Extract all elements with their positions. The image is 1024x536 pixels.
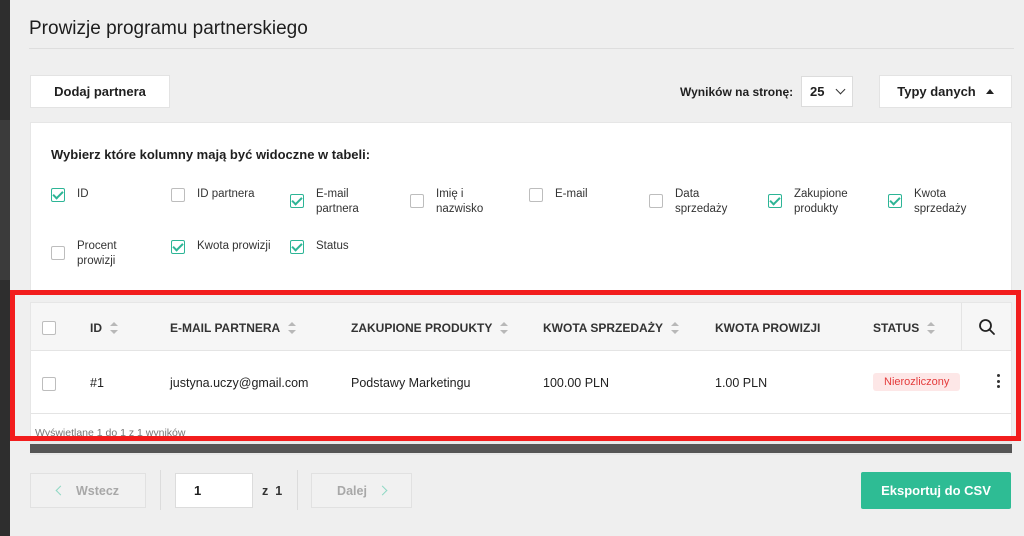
table-search-button[interactable] <box>961 303 1011 351</box>
column-header-id[interactable]: ID <box>90 321 118 335</box>
row-checkbox[interactable] <box>42 377 56 391</box>
row-actions-kebab-icon[interactable] <box>997 374 1001 390</box>
cell-commission: 1.00 PLN <box>715 376 768 390</box>
select-all-checkbox[interactable] <box>42 321 56 335</box>
cell-id: #1 <box>90 376 104 390</box>
column-option-id[interactable]: ID <box>51 187 151 202</box>
column-header-label: KWOTA SPRZEDAŻY <box>543 321 663 335</box>
chevron-right-icon <box>377 485 388 496</box>
next-page-button[interactable]: Dalej <box>311 473 412 508</box>
search-icon <box>978 319 995 335</box>
column-header-label: ID <box>90 321 102 335</box>
checkbox-checked-icon[interactable] <box>290 194 304 208</box>
columns-panel: Wybierz które kolumny mają być widoczne … <box>30 122 1012 294</box>
column-header-label: E-MAIL PARTNERA <box>170 321 281 335</box>
column-header-products[interactable]: ZAKUPIONE PRODUKTY <box>351 321 509 335</box>
column-header-label: KWOTA PROWIZJI <box>715 321 821 335</box>
sort-icon <box>288 322 297 334</box>
table-footer-info: Wyświetlane 1 do 1 z 1 wyników <box>35 427 186 439</box>
export-csv-button[interactable]: Eksportuj do CSV <box>861 472 1011 509</box>
column-option-label: ID partnera <box>197 188 255 200</box>
checkbox-checked-icon[interactable] <box>888 194 902 208</box>
page-title: Prowizje programu partnerskiego <box>29 18 308 39</box>
sort-icon <box>500 322 509 334</box>
column-option-partner-id[interactable]: ID partnera <box>171 187 281 202</box>
checkbox-unchecked-icon[interactable] <box>529 188 543 202</box>
page-number-input[interactable]: 1 <box>175 473 253 508</box>
prev-page-label: Wstecz <box>75 483 120 498</box>
cell-products: Podstawy Marketingu <box>351 376 471 390</box>
column-option-commission-percent[interactable]: Procent prowizji <box>51 239 151 269</box>
column-option-email[interactable]: E-mail <box>529 187 629 202</box>
checkbox-unchecked-icon[interactable] <box>410 194 424 208</box>
checkbox-checked-icon[interactable] <box>290 240 304 254</box>
data-types-label: Typy danych <box>897 84 976 99</box>
column-option-full-name[interactable]: Imię i nazwisko <box>410 187 490 217</box>
checkbox-unchecked-icon[interactable] <box>649 194 663 208</box>
column-header-commission: KWOTA PROWIZJI <box>715 321 820 335</box>
next-page-label: Dalej <box>337 483 367 498</box>
scrollbar-thumb[interactable] <box>30 444 1012 453</box>
column-header-label: STATUS <box>873 321 920 335</box>
sort-icon <box>927 322 936 334</box>
column-option-commission-amount[interactable]: Kwota prowizji <box>171 239 281 254</box>
cell-sale-amount: 100.00 PLN <box>543 376 610 390</box>
sort-icon <box>110 322 118 334</box>
column-option-label: ID <box>77 188 89 200</box>
column-option-status[interactable]: Status <box>290 239 390 254</box>
column-option-label: Data sprzedaży <box>675 188 728 215</box>
table-header: ID E-MAIL PARTNERA ZAKUPIONE PRODUKTY KW… <box>31 303 1011 351</box>
per-page-label: Wyników na stronę: <box>680 85 794 99</box>
checkbox-unchecked-icon[interactable] <box>51 246 65 260</box>
pagination-divider <box>160 470 161 510</box>
column-option-label: E-mail <box>555 188 588 200</box>
column-header-label: ZAKUPIONE PRODUKTY <box>351 321 493 335</box>
chevron-down-icon <box>835 84 846 95</box>
data-types-button[interactable]: Typy danych <box>879 75 1012 108</box>
column-option-label: Zakupione produkty <box>794 188 848 215</box>
column-option-label: Procent prowizji <box>77 240 117 267</box>
caret-up-icon <box>985 89 994 94</box>
per-page-select[interactable]: 25 <box>801 76 853 107</box>
add-partner-button[interactable]: Dodaj partnera <box>30 75 170 108</box>
left-sidebar-strip <box>0 0 10 536</box>
sort-icon <box>671 322 679 334</box>
column-option-label: E-mail partnera <box>316 188 359 215</box>
prev-page-button[interactable]: Wstecz <box>30 473 146 508</box>
column-option-sale-amount[interactable]: Kwota sprzedaży <box>888 187 988 217</box>
per-page-value: 25 <box>810 84 825 99</box>
column-option-partner-email[interactable]: E-mail partnera <box>290 187 370 217</box>
checkbox-checked-icon[interactable] <box>51 188 65 202</box>
column-option-purchased-products[interactable]: Zakupione produkty <box>768 187 868 217</box>
page-of-text: z <box>262 484 269 498</box>
column-header-partner-email[interactable]: E-MAIL PARTNERA <box>170 321 297 335</box>
commissions-table: ID E-MAIL PARTNERA ZAKUPIONE PRODUKTY KW… <box>30 302 1012 442</box>
columns-panel-title: Wybierz które kolumny mają być widoczne … <box>51 147 371 162</box>
column-header-sale-amount[interactable]: KWOTA SPRZEDAŻY <box>543 321 679 335</box>
column-option-label: Kwota sprzedaży <box>914 188 967 215</box>
column-option-label: Imię i nazwisko <box>436 188 484 215</box>
cell-partner-email: justyna.uczy@gmail.com <box>170 376 309 390</box>
table-row: #1 justyna.uczy@gmail.com Podstawy Marke… <box>31 352 1011 414</box>
horizontal-scrollbar[interactable] <box>30 442 1012 455</box>
column-header-status[interactable]: STATUS <box>873 321 936 335</box>
status-badge: Nierozliczony <box>873 373 961 391</box>
checkbox-checked-icon[interactable] <box>768 194 782 208</box>
pagination-divider <box>297 470 298 510</box>
page-of-label: z 1 <box>262 484 282 498</box>
column-option-label: Status <box>316 240 349 252</box>
column-option-sale-date[interactable]: Data sprzedaży <box>649 187 739 217</box>
chevron-left-icon <box>55 485 66 496</box>
checkbox-checked-icon[interactable] <box>171 240 185 254</box>
column-option-label: Kwota prowizji <box>197 240 271 252</box>
title-divider <box>29 48 1014 49</box>
total-pages: 1 <box>275 484 283 498</box>
checkbox-unchecked-icon[interactable] <box>171 188 185 202</box>
